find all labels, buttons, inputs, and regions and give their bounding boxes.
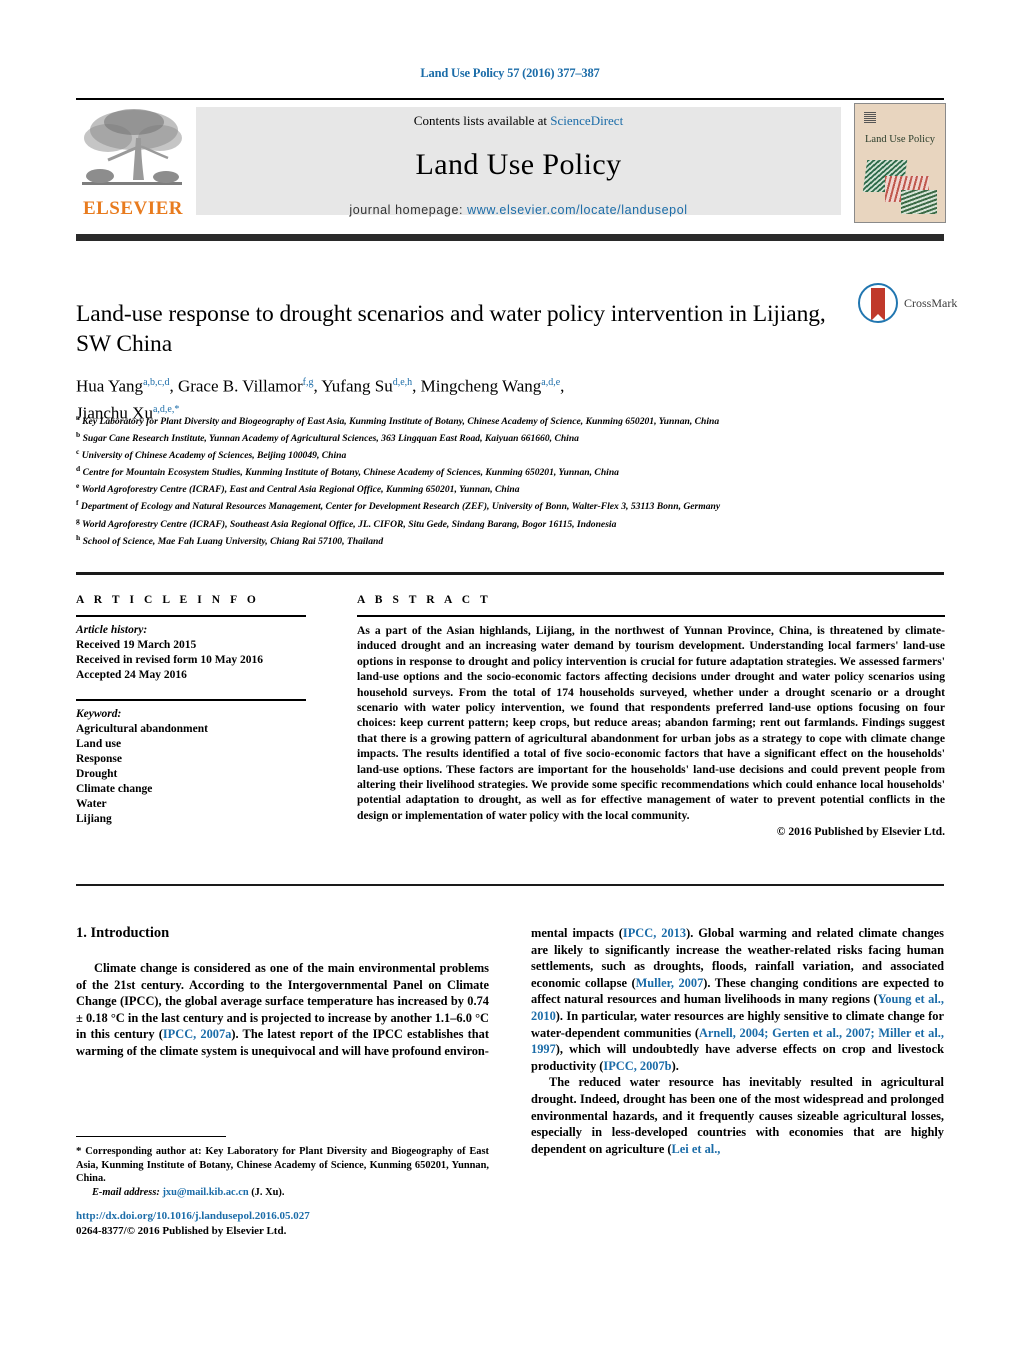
para-text: ). [671, 1058, 679, 1073]
keyword-block: Keyword: Agricultural abandonment Land u… [76, 699, 306, 827]
citation-link[interactable]: Muller, 2007 [636, 976, 704, 990]
cover-photo-3 [901, 190, 937, 214]
keyword-item: Land use [76, 738, 122, 750]
keyword-item: Drought [76, 768, 118, 780]
affiliation-text: School of Science, Mae Fah Luang Univers… [82, 535, 384, 547]
affiliation-text: University of Chinese Academy of Science… [81, 450, 347, 462]
affiliation-item: e World Agroforestry Centre (ICRAF), Eas… [76, 481, 520, 496]
affiliation-list: a Key Laboratory for Plant Diversity and… [76, 412, 946, 549]
affiliation-text: Sugar Cane Research Institute, Yunnan Ac… [82, 433, 579, 445]
abstract-bottom-rule [76, 884, 944, 886]
abstract-rule [357, 615, 945, 617]
article-info-rule [76, 615, 306, 617]
affiliation-text: Centre for Mountain Ecosystem Studies, K… [82, 467, 619, 479]
abstract-column: A B S T R A C T As a part of the Asian h… [357, 594, 945, 838]
contents-available-line: Contents lists available at ScienceDirec… [196, 113, 841, 129]
elsevier-logo: ELSEVIER [78, 104, 188, 220]
body-column-right: mental impacts (IPCC, 2013). Global warm… [531, 925, 944, 1157]
homepage-label: journal homepage: [349, 203, 468, 217]
para-text: ), which will undoubtedly have adverse e… [531, 1042, 944, 1073]
issn-copyright-line: 0264-8377/© 2016 Published by Elsevier L… [76, 1225, 287, 1237]
abstract-copyright: © 2016 Published by Elsevier Ltd. [776, 825, 945, 839]
contents-prefix: Contents lists available at [413, 113, 551, 128]
affiliation-item: b Sugar Cane Research Institute, Yunnan … [76, 430, 579, 445]
keyword-rule [76, 699, 306, 701]
crossmark-icon [858, 283, 898, 323]
citation-link[interactable]: Lei et al., [672, 1142, 721, 1156]
email-suffix: (J. Xu). [248, 1186, 285, 1198]
doi-link[interactable]: http://dx.doi.org/10.1016/j.landusepol.2… [76, 1209, 489, 1224]
running-head: Land Use Policy 57 (2016) 377–387 [420, 66, 600, 80]
article-info-heading: A R T I C L E I N F O [76, 594, 260, 606]
email-link[interactable]: jxu@mail.kib.ac.cn [162, 1187, 248, 1198]
crossmark-book-shape [871, 288, 885, 321]
affiliation-text: World Agroforestry Centre (ICRAF), South… [81, 518, 617, 530]
affiliation-item: h School of Science, Mae Fah Luang Unive… [76, 532, 384, 547]
page-title: Land-use response to drought scenarios a… [76, 300, 826, 357]
affiliation-text: Key Laboratory for Plant Diversity and B… [82, 416, 720, 428]
affiliation-item: g World Agroforestry Centre (ICRAF), Sou… [76, 515, 617, 530]
body-column-left: 1. Introduction Climate change is consid… [76, 925, 489, 1060]
crossmark-badge[interactable]: CrossMark [858, 283, 958, 325]
paragraph-intro-1: Climate change is considered as one of t… [76, 960, 489, 1060]
article-history-received: Received 19 March 2015 [76, 639, 197, 651]
journal-homepage-line: journal homepage: www.elsevier.com/locat… [196, 203, 841, 217]
affiliation-bottom-rule [76, 572, 944, 575]
abstract-text: As a part of the Asian highlands, Lijian… [357, 624, 945, 822]
article-history-label: Article history: [76, 624, 148, 636]
doi-footer: http://dx.doi.org/10.1016/j.landusepol.2… [76, 1209, 489, 1239]
affiliation-item: c University of Chinese Academy of Scien… [76, 447, 347, 462]
article-history-accepted: Accepted 24 May 2016 [76, 669, 187, 681]
affiliation-item: d Centre for Mountain Ecosystem Studies,… [76, 464, 619, 479]
keyword-item: Water [76, 798, 107, 810]
elsevier-tree-icon [82, 109, 182, 185]
para-text: mental impacts ( [531, 926, 623, 940]
corresponding-author-footnote: * Corresponding author at: Key Laborator… [76, 1145, 489, 1199]
keyword-item: Climate change [76, 783, 153, 795]
affiliation-text: World Agroforestry Centre (ICRAF), East … [81, 484, 520, 496]
article-history-revised: Received in revised form 10 May 2016 [76, 654, 263, 666]
homepage-url-link[interactable]: www.elsevier.com/locate/landusepol [467, 203, 688, 217]
section-heading-introduction: 1. Introduction [76, 925, 170, 941]
crossmark-label: CrossMark [904, 296, 958, 310]
affiliation-text: Department of Ecology and Natural Resour… [80, 501, 721, 513]
article-info-column: A R T I C L E I N F O Article history: R… [76, 594, 306, 827]
author-line-1: Hua Yanga,b,c,d, Grace B. Villamorf,g, Y… [76, 376, 565, 396]
journal-title: Land Use Policy [415, 148, 622, 181]
affiliation-item: f Department of Ecology and Natural Reso… [76, 498, 721, 513]
citation-link[interactable]: IPCC, 2007a [163, 1027, 232, 1041]
keyword-item: Lijiang [76, 813, 112, 825]
paragraph-intro-1-cont: mental impacts (IPCC, 2013). Global warm… [531, 925, 944, 1074]
citation-link[interactable]: IPCC, 2013 [623, 926, 686, 940]
cover-publisher-icon [864, 112, 876, 124]
para-text: The reduced water resource has inevitabl… [531, 1075, 944, 1156]
affiliation-item: a Key Laboratory for Plant Diversity and… [76, 413, 720, 428]
sciencedirect-link[interactable]: ScienceDirect [550, 113, 623, 128]
cover-title-text: Land Use Policy [865, 134, 935, 145]
footnote-rule [76, 1136, 226, 1137]
masthead-top-rule [76, 98, 944, 100]
masthead-bottom-rule [76, 234, 944, 241]
journal-article-page: Land Use Policy 57 (2016) 377–387 ELSEVI… [0, 0, 1020, 1351]
footnote-text: Corresponding author at: Key Laboratory … [76, 1146, 489, 1185]
journal-cover-thumbnail: Land Use Policy [854, 103, 946, 223]
paragraph-intro-2: The reduced water resource has inevitabl… [531, 1074, 944, 1157]
email-address-label: E-mail address: [92, 1186, 160, 1198]
keyword-label: Keyword: [76, 708, 122, 720]
citation-link[interactable]: IPCC, 2007b [603, 1059, 671, 1073]
keyword-item: Response [76, 753, 123, 765]
elsevier-wordmark: ELSEVIER [82, 198, 184, 219]
abstract-heading: A B S T R A C T [357, 594, 492, 606]
keyword-item: Agricultural abandonment [76, 723, 208, 735]
